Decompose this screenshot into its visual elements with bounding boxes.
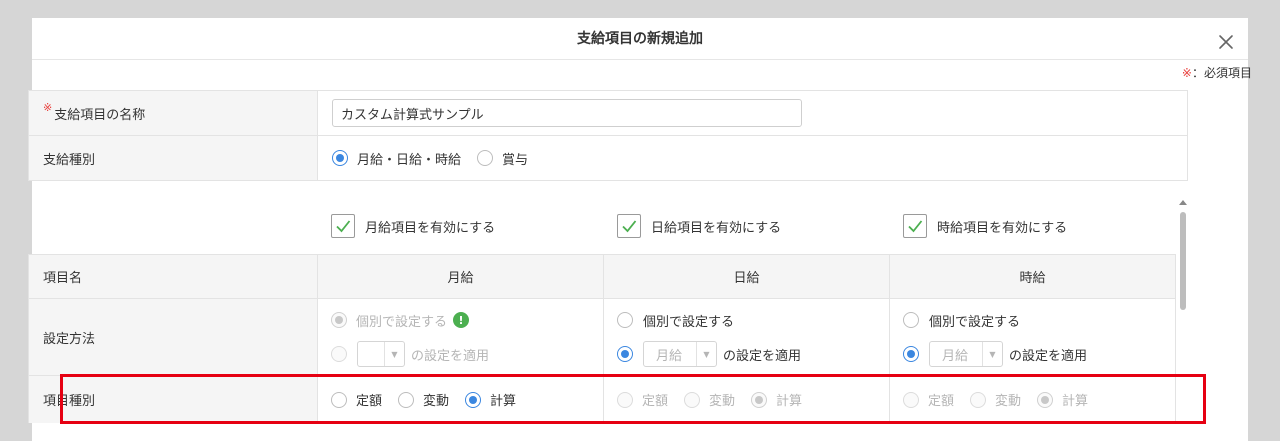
checkbox-checked-icon[interactable] — [331, 214, 355, 238]
enable-row: 月給項目を有効にする 日給項目を有効にする 時給項目を有効にする — [28, 198, 1176, 254]
radio-icon — [331, 346, 347, 362]
type-daily: 定額 変動 計算 — [604, 376, 890, 423]
radio-icon[interactable] — [617, 346, 633, 362]
method-row: 設定方法 個別で設定する ! ▼ の設定を適用 個別で設定する 月給 ▼ の設定を… — [28, 299, 1176, 376]
type-option-fixed[interactable]: 定額 — [331, 390, 382, 409]
info-icon[interactable]: ! — [453, 312, 470, 328]
basic-settings-table: ※ 支給項目の名称 カスタム計算式サンプル 支給種別 月給・日給・時給 賞与 — [28, 90, 1188, 181]
type-hourly: 定額 変動 計算 — [890, 376, 1176, 423]
kind-row: 支給種別 月給・日給・時給 賞与 — [28, 136, 1188, 181]
header-daily: 日給 — [604, 255, 890, 298]
type-option-variable[interactable]: 変動 — [398, 390, 449, 409]
method-hourly: 個別で設定する 月給 ▼ の設定を適用 — [890, 299, 1176, 375]
close-icon[interactable] — [1216, 28, 1236, 49]
dialog-title: 支給項目の新規追加 — [577, 31, 703, 47]
grid-header: 項目名 月給 日給 時給 — [28, 254, 1176, 299]
method-daily: 個別で設定する 月給 ▼ の設定を適用 — [604, 299, 890, 375]
radio-icon[interactable] — [903, 346, 919, 362]
method-monthly: 個別で設定する ! ▼ の設定を適用 — [318, 299, 604, 375]
radio-icon[interactable] — [903, 312, 919, 328]
apply-source-select[interactable]: 月給 ▼ — [643, 341, 717, 367]
radio-icon[interactable] — [332, 150, 348, 166]
radio-icon — [970, 391, 987, 408]
kind-option-regular[interactable]: 月給・日給・時給 — [332, 149, 461, 168]
checkbox-checked-icon[interactable] — [903, 214, 927, 238]
radio-icon — [903, 391, 919, 408]
name-row: ※ 支給項目の名称 カスタム計算式サンプル — [28, 91, 1188, 136]
scrollbar-thumb[interactable] — [1180, 212, 1186, 310]
chevron-down-icon: ▼ — [982, 342, 1002, 366]
header-hourly: 時給 — [890, 255, 1176, 298]
pay-type-grid: 月給項目を有効にする 日給項目を有効にする 時給項目を有効にする 項目名 月給 … — [28, 198, 1176, 423]
radio-icon — [1037, 391, 1054, 408]
enable-monthly[interactable]: 月給項目を有効にする — [318, 198, 604, 254]
chevron-down-icon: ▼ — [696, 342, 716, 366]
radio-icon[interactable] — [477, 150, 494, 166]
radio-icon[interactable] — [398, 391, 415, 408]
name-label: ※ 支給項目の名称 — [28, 91, 318, 135]
checkbox-checked-icon[interactable] — [617, 214, 641, 238]
radio-icon — [751, 391, 768, 408]
radio-icon[interactable] — [617, 312, 633, 328]
enable-hourly[interactable]: 時給項目を有効にする — [890, 198, 1176, 254]
type-row: 項目種別 定額 変動 計算 定額 変動 計算 定額 変動 計算 — [28, 376, 1176, 423]
required-note: ※：必須項目 — [1181, 66, 1252, 80]
type-option-calc[interactable]: 計算 — [465, 390, 516, 409]
enable-daily[interactable]: 日給項目を有効にする — [604, 198, 890, 254]
scroll-up-icon[interactable] — [1179, 200, 1187, 205]
header-monthly: 月給 — [318, 255, 604, 298]
radio-icon — [684, 391, 701, 408]
radio-icon[interactable] — [331, 391, 347, 408]
kind-option-bonus[interactable]: 賞与 — [477, 149, 528, 168]
radio-icon[interactable] — [465, 391, 482, 408]
apply-source-select[interactable]: 月給 ▼ — [929, 341, 1003, 367]
apply-source-select: ▼ — [357, 341, 405, 367]
type-monthly: 定額 変動 計算 — [318, 376, 604, 423]
dialog-header: 支給項目の新規追加 — [32, 18, 1248, 60]
radio-icon — [617, 391, 633, 408]
radio-icon — [331, 312, 347, 328]
method-label: 設定方法 — [28, 299, 318, 375]
vertical-scrollbar[interactable] — [1178, 198, 1188, 423]
type-label: 項目種別 — [28, 376, 318, 423]
header-item-name: 項目名 — [28, 255, 318, 298]
chevron-down-icon: ▼ — [384, 342, 404, 366]
kind-label: 支給種別 — [28, 136, 318, 180]
item-name-input[interactable]: カスタム計算式サンプル — [332, 99, 802, 127]
